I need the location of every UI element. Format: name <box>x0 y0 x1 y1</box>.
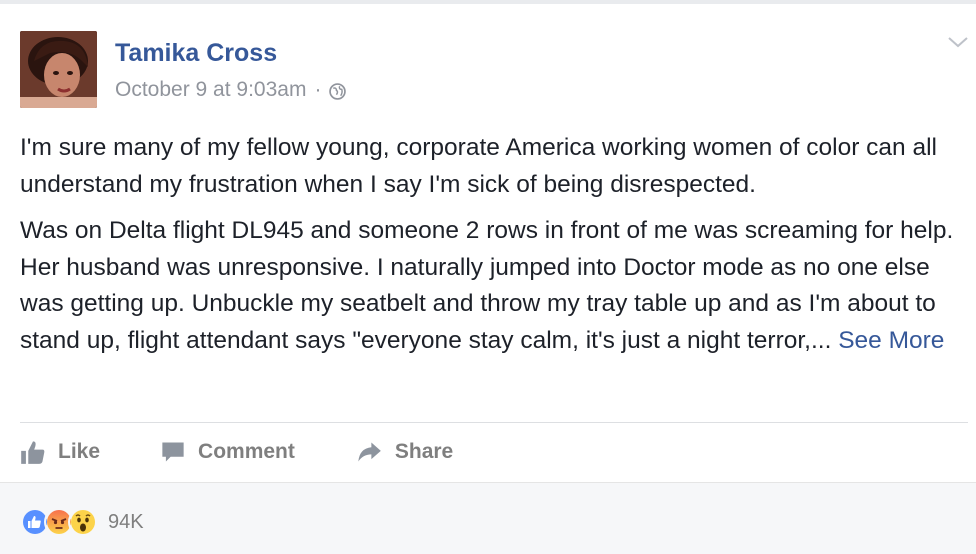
like-label: Like <box>58 440 101 463</box>
post-paragraph-2-text: Was on Delta flight DL945 and someone 2 … <box>20 217 954 354</box>
post-body: I'm sure many of my fellow young, corpor… <box>20 130 965 369</box>
wow-icon <box>68 507 98 537</box>
comment-icon <box>162 442 184 462</box>
author-avatar[interactable] <box>20 31 97 108</box>
comment-label: Comment <box>198 440 295 463</box>
chevron-down-icon[interactable] <box>946 34 970 50</box>
post-paragraph-1: I'm sure many of my fellow young, corpor… <box>20 134 938 198</box>
post-actions-bar: Like Comment Share <box>20 434 513 470</box>
reactions-footer: 94K <box>0 482 976 554</box>
globe-icon[interactable] <box>329 82 347 100</box>
author-name-link[interactable]: Tamika Cross <box>115 39 277 68</box>
facebook-post-card: Tamika Cross October 9 at 9:03am · I'm s… <box>0 0 976 554</box>
reaction-count: 94K <box>108 510 144 533</box>
meta-separator: · <box>314 78 322 101</box>
divider <box>20 422 968 423</box>
share-label: Share <box>394 440 454 463</box>
post-paragraph-2: Was on Delta flight DL945 and someone 2 … <box>20 213 965 359</box>
post-timestamp[interactable]: October 9 at 9:03am <box>115 78 306 102</box>
share-button[interactable]: Share <box>355 439 453 465</box>
see-more-link[interactable]: See More <box>838 327 944 354</box>
comment-button[interactable]: Comment <box>160 439 295 465</box>
share-icon <box>358 442 381 462</box>
reactions-summary[interactable]: 94K <box>20 507 144 537</box>
thumbs-up-icon <box>21 441 45 464</box>
post-meta: October 9 at 9:03am · <box>115 78 347 102</box>
like-button[interactable]: Like <box>20 439 100 465</box>
